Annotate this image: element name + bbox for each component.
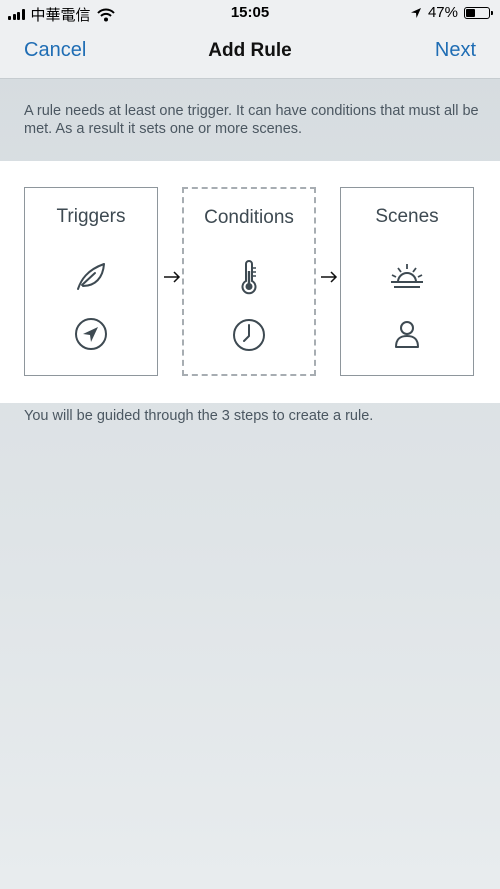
- battery-icon: [464, 6, 493, 19]
- steps-panel: Triggers Conditions Scenes: [0, 161, 500, 403]
- status-right: 47%: [410, 4, 493, 21]
- location-arrow-icon: [410, 7, 421, 18]
- next-button[interactable]: Next: [435, 39, 476, 62]
- triggers-title: Triggers: [56, 206, 126, 227]
- conditions-card: Conditions: [182, 187, 316, 376]
- status-bar: 中華電信 15:05 47%: [0, 0, 500, 26]
- arrow-right-icon: [321, 271, 338, 283]
- scenes-title: Scenes: [375, 206, 439, 227]
- intro-text: A rule needs at least one trigger. It ca…: [24, 103, 479, 137]
- leaf-icon: [77, 263, 105, 290]
- sunrise-icon: [391, 264, 423, 288]
- conditions-title: Conditions: [204, 207, 294, 228]
- battery-fill: [466, 8, 475, 17]
- navigation-arrow-icon: [75, 318, 107, 350]
- triggers-card: Triggers: [24, 187, 158, 376]
- nav-bar: Cancel Add Rule Next: [0, 26, 500, 79]
- thermometer-icon: [241, 260, 257, 295]
- battery-percent: 47%: [427, 4, 458, 21]
- scenes-card: Scenes: [340, 187, 474, 376]
- page-title: Add Rule: [208, 40, 292, 61]
- arrow-right-icon: [164, 271, 181, 283]
- person-icon: [395, 321, 419, 348]
- footer-note: You will be guided through the 3 steps t…: [24, 408, 374, 424]
- clock-icon: [233, 319, 265, 351]
